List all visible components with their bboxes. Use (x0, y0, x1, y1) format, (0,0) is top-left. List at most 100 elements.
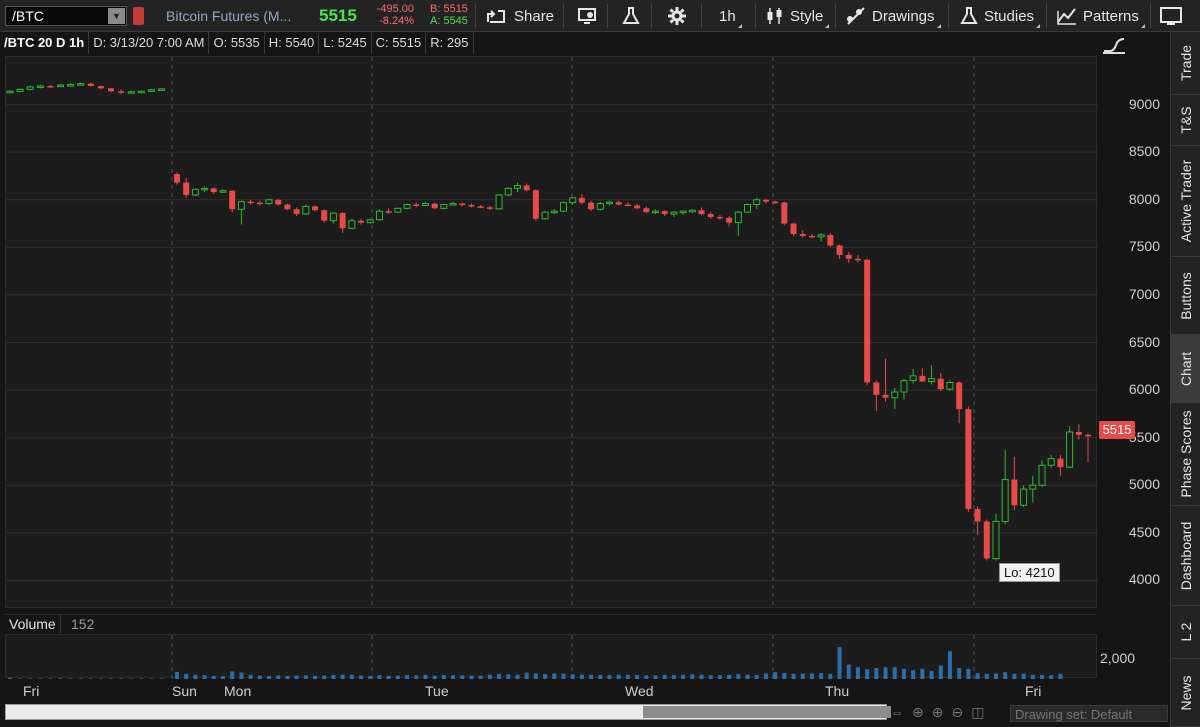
candlestick-icon (767, 8, 782, 24)
volume-bar (294, 675, 299, 679)
candle (1020, 485, 1028, 508)
tab-chart[interactable]: Chart (1171, 335, 1200, 403)
chart-type-icon[interactable] (1103, 38, 1125, 54)
candle (413, 202, 420, 208)
drawings-button[interactable]: Drawings (846, 0, 941, 32)
crosshair-icon[interactable]: ⊕ (912, 704, 924, 721)
candle (919, 368, 926, 382)
zoom-in-icon[interactable]: ⊕ (932, 704, 944, 721)
candle (47, 85, 54, 88)
candle (559, 201, 567, 213)
candle (158, 88, 165, 91)
zoom-out-icon[interactable]: ⊖ (951, 704, 963, 721)
candle (191, 188, 199, 196)
symbol-dropdown-icon[interactable]: ▼ (108, 8, 125, 24)
volume-bar (865, 669, 870, 679)
volume-value: 152 (71, 616, 95, 632)
chart-settings-button[interactable] (578, 0, 598, 32)
candle (87, 82, 94, 87)
volume-bar (1003, 672, 1008, 679)
volume-bar (405, 675, 410, 679)
candle (550, 209, 558, 215)
bar-date: D: 3/13/20 7:00 AM (89, 32, 210, 54)
tab-label: T&S (1178, 106, 1194, 134)
candle (956, 381, 963, 424)
tab-news[interactable]: News (1171, 659, 1200, 727)
volume-bar (386, 675, 391, 679)
volume-bar (920, 668, 925, 679)
flask-button[interactable] (622, 0, 640, 32)
scroll-thumb[interactable] (643, 706, 891, 718)
volume-bar (754, 674, 759, 679)
tab-trade[interactable]: Trade (1171, 32, 1200, 95)
volume-bar (975, 673, 980, 679)
candle (431, 202, 438, 210)
tab-active-trader[interactable]: Active Trader (1171, 146, 1200, 257)
volume-bar (589, 674, 594, 679)
drawing-set-select[interactable]: Drawing set: Default (1010, 705, 1168, 722)
tab-t-s[interactable]: T&S (1171, 95, 1200, 146)
style-button[interactable]: Style (766, 0, 830, 32)
bid-price: B: 5515 (430, 3, 468, 15)
price-chart[interactable] (5, 56, 1098, 609)
candle (147, 88, 155, 92)
volume-bar (109, 678, 113, 679)
candle (707, 212, 714, 219)
volume-bar (598, 674, 603, 679)
candle (348, 218, 356, 230)
tab-label: Trade (1178, 44, 1194, 82)
candle (790, 222, 797, 236)
candle (900, 378, 908, 400)
candle (385, 208, 392, 215)
candle (513, 182, 521, 193)
candle (983, 519, 990, 561)
candle (854, 254, 861, 263)
patterns-button[interactable]: Patterns (1057, 0, 1145, 32)
flag-icon[interactable] (133, 7, 144, 25)
tab-l-2[interactable]: L 2 (1171, 606, 1200, 659)
volume-bar (8, 677, 12, 679)
candle (77, 82, 85, 86)
volume-bar (414, 675, 419, 679)
candle (394, 207, 402, 214)
date-axis-label: Mon (224, 683, 252, 699)
tab-buttons[interactable]: Buttons (1171, 257, 1200, 335)
price-axis[interactable]: 9000 8500 8000 7500 7000 6500 6000 5500 5000 4500… (1097, 32, 1170, 722)
timeframe-button[interactable]: 1h (719, 0, 742, 32)
volume-bar (1049, 675, 1054, 679)
tab-dashboard[interactable]: Dashboard (1171, 506, 1200, 606)
date-axis[interactable]: Fri Sun Mon Tue Wed Thu Fri (5, 680, 1097, 702)
divider (475, 4, 476, 28)
volume-bars[interactable] (6, 635, 1098, 679)
candle (734, 211, 742, 236)
symbol-input[interactable]: /BTC ▼ (5, 6, 127, 26)
share-button[interactable]: Share (486, 0, 554, 32)
settings-button[interactable] (668, 0, 686, 32)
candle (468, 203, 475, 208)
more-button[interactable] (1160, 0, 1184, 32)
divider (755, 4, 756, 28)
volume-bar (257, 675, 262, 679)
volume-bar (1030, 674, 1035, 679)
candle (256, 200, 263, 206)
tab-label: Dashboard (1178, 521, 1194, 590)
caret-icon (1137, 24, 1145, 28)
price-axis-label: 4500 (1128, 523, 1160, 540)
candle (504, 187, 512, 196)
volume-chart[interactable] (5, 634, 1098, 679)
tab-phase-scores[interactable]: Phase Scores (1171, 403, 1200, 506)
studies-button[interactable]: Studies (960, 0, 1041, 32)
volume-bar (708, 675, 713, 679)
volume-bar (515, 674, 520, 679)
bar-range: R: 295 (426, 32, 474, 54)
volume-bar (727, 674, 732, 679)
volume-bar (993, 673, 998, 679)
chart-info-bar: /BTC 20 D 1h D: 3/13/20 7:00 AM O: 5535 … (0, 32, 1096, 54)
candlestick-chart[interactable] (6, 57, 1098, 609)
fit-icon[interactable]: ◫ (971, 704, 984, 721)
pan-icon[interactable]: ⇔ (890, 704, 904, 720)
volume-bar (644, 675, 649, 679)
chart-scrollbar[interactable] (5, 704, 891, 720)
volume-bar (139, 678, 144, 679)
volume-bar (874, 668, 879, 679)
